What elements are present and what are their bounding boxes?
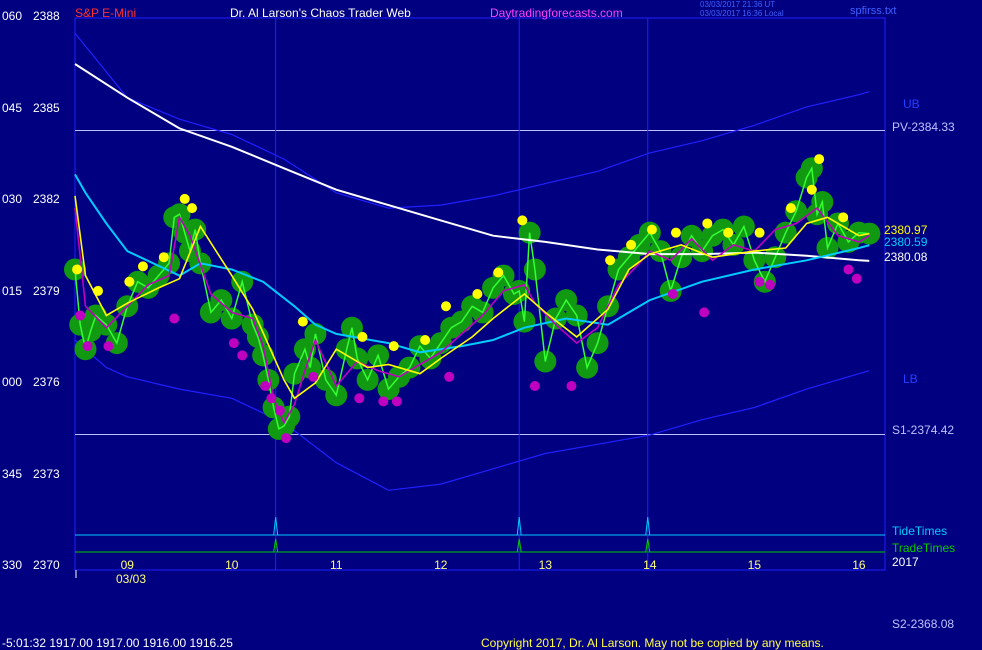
pivot-level-label: PV-2384.33 xyxy=(892,120,955,134)
high-dot xyxy=(605,255,616,266)
high-dot xyxy=(754,227,765,238)
high-dot xyxy=(92,285,103,296)
low-dot xyxy=(75,310,86,321)
high-dot xyxy=(158,252,169,263)
tide-times-label: TideTimes xyxy=(892,524,948,538)
x-tick-label: 14 xyxy=(643,558,657,572)
high-dot xyxy=(420,335,431,345)
y-tick-angle: 345 xyxy=(2,467,23,481)
low-dot xyxy=(308,371,319,382)
high-dot xyxy=(626,239,637,250)
x-tick-label: 11 xyxy=(330,558,343,572)
series-lines xyxy=(74,63,870,425)
high-dot xyxy=(785,203,796,214)
y-tick-angle: 045 xyxy=(2,101,23,115)
high-dot xyxy=(179,193,190,204)
y-tick-angle: 060 xyxy=(2,9,23,23)
low-dot xyxy=(82,341,93,352)
low-dot xyxy=(699,307,710,318)
lower-band-line xyxy=(74,339,870,491)
y-tick-price: 2382 xyxy=(33,192,60,206)
low-dot xyxy=(281,433,292,444)
high-dot xyxy=(493,267,504,278)
last-value-mid: 2380.59 xyxy=(884,235,928,249)
x-date-label: 03/03 xyxy=(116,572,147,586)
page-title: Dr. Al Larson's Chaos Trader Web xyxy=(230,6,411,20)
high-dot xyxy=(441,301,452,312)
site-link[interactable]: Daytradingforecasts.com xyxy=(490,7,623,19)
y-tick-angle: 000 xyxy=(2,375,23,389)
instrument-label: S&P E-Mini xyxy=(75,6,137,20)
low-dot xyxy=(169,313,180,324)
low-dot xyxy=(529,381,540,391)
x-tick-label: 15 xyxy=(748,558,762,572)
low-dot xyxy=(851,273,862,284)
low-dot xyxy=(843,264,854,275)
x-tick-label: 16 xyxy=(852,558,866,572)
y-tick-price: 2373 xyxy=(33,467,60,481)
s2-level-label: S2-2368.08 xyxy=(892,617,955,631)
high-dot xyxy=(838,212,849,223)
data-file-label: spfirss.txt xyxy=(850,5,897,17)
low-dot xyxy=(237,350,248,361)
y-tick-price: 2379 xyxy=(33,284,60,298)
trade-times-label: TradeTimes xyxy=(892,541,956,555)
timestamp-local: 03/03/2017 16:36 Local xyxy=(700,9,784,18)
low-dot xyxy=(566,381,577,391)
low-dot xyxy=(754,276,765,287)
ohlc-readout: -5:01:32 1917.00 1917.00 1916.00 1916.25 xyxy=(2,636,233,650)
high-dot xyxy=(72,264,83,275)
x-tick-label: 10 xyxy=(225,558,239,572)
high-dot xyxy=(124,276,135,287)
low-dot xyxy=(103,341,114,352)
low-dot xyxy=(274,405,285,416)
lower-band-label: LB xyxy=(903,372,918,386)
low-dot xyxy=(354,393,365,404)
low-dot xyxy=(378,396,389,407)
low-dot xyxy=(765,279,776,290)
low-dot xyxy=(266,393,277,404)
y-tick-price: 2376 xyxy=(33,375,60,389)
low-dot xyxy=(667,289,678,299)
upper-band-line xyxy=(74,32,870,209)
low-dot xyxy=(260,381,271,391)
high-dot xyxy=(517,215,528,226)
copyright-notice: Copyright 2017, Dr. Al Larson. May not b… xyxy=(481,636,824,650)
high-dot xyxy=(472,289,483,299)
timestamp-utc: 03/03/2017 21:36 UT xyxy=(700,0,776,9)
upper-band-label: UB xyxy=(903,97,920,111)
high-dot xyxy=(814,154,825,165)
y-tick-price: 2385 xyxy=(33,101,60,115)
x-axis-ticks: 09 10 11 12 13 14 15 16 xyxy=(75,558,866,578)
support-level-label: S1-2374.42 xyxy=(892,423,955,437)
low-dot xyxy=(444,371,455,382)
y-tick-angle: 030 xyxy=(2,192,23,206)
high-dot xyxy=(388,341,399,352)
high-dot xyxy=(723,227,734,238)
year-label: 2017 xyxy=(892,555,919,569)
x-tick-label: 12 xyxy=(434,558,448,572)
x-tick-label: 09 xyxy=(121,558,135,572)
y-tick-angle: 330 xyxy=(2,558,23,572)
y-tick-angle: 015 xyxy=(2,284,23,298)
low-dot xyxy=(391,396,402,407)
high-dot xyxy=(806,184,817,195)
high-dot xyxy=(702,218,713,229)
y-tick-price: 2370 xyxy=(33,558,60,572)
last-value-low: 2380.08 xyxy=(884,250,928,264)
high-dot xyxy=(137,261,148,272)
chart-canvas: 09 10 11 12 13 14 15 16 xyxy=(64,17,886,578)
y-tick-price: 2388 xyxy=(33,9,60,23)
high-dot xyxy=(297,316,308,327)
high-dot xyxy=(646,224,657,235)
high-dot xyxy=(357,331,368,342)
x-tick-label: 13 xyxy=(539,558,553,572)
high-dot xyxy=(187,203,198,214)
low-dot xyxy=(228,338,239,349)
high-dot xyxy=(670,227,681,238)
